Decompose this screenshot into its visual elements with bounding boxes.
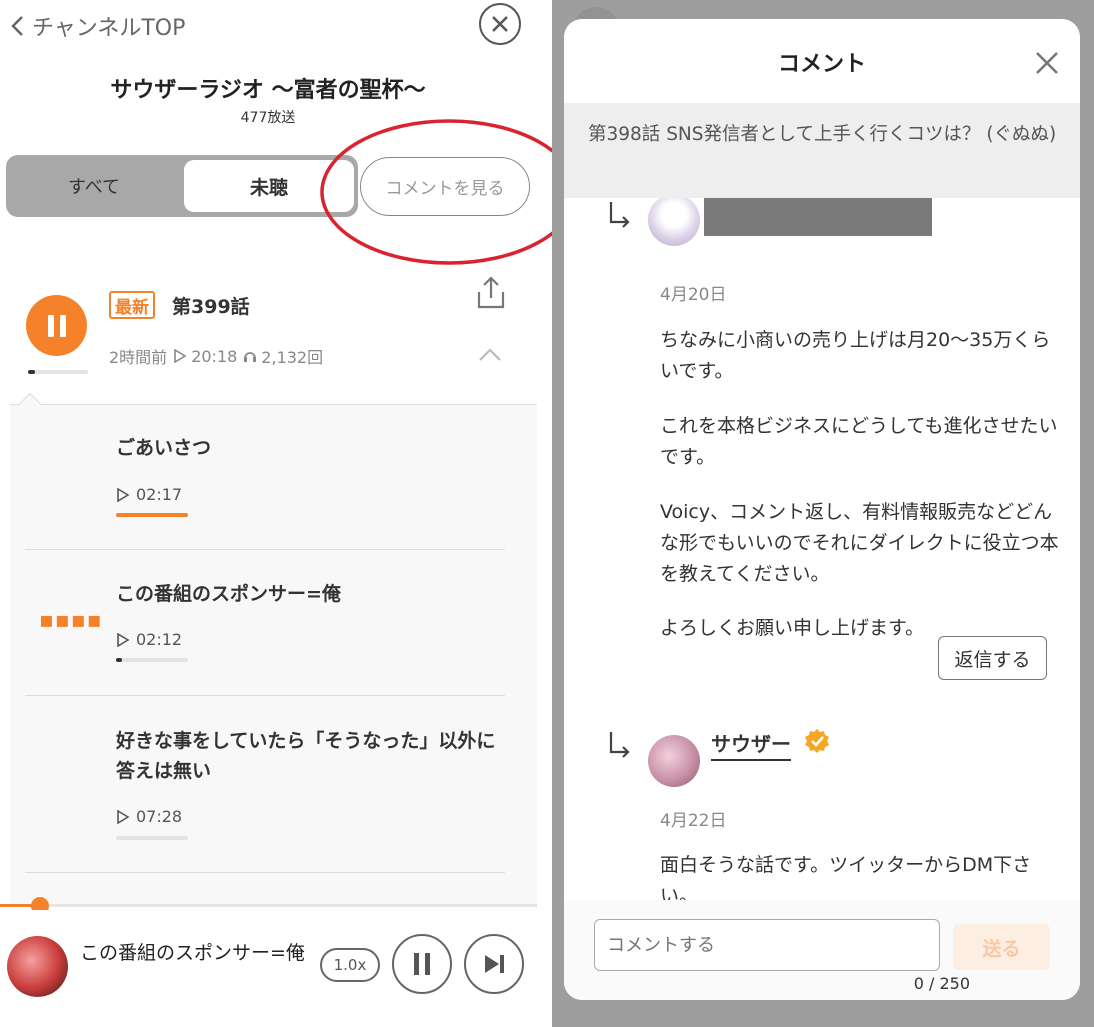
comment-date: 4月20日 [660, 285, 727, 305]
comment-thread: 4月20日 ちなみに小商いの売り上げは月20〜35万くらいです。 これを本格ビジ… [564, 198, 1080, 920]
chapter-item[interactable]: ▪▪▪▪ この番組のスポンサー=俺 02:12 [25, 550, 505, 696]
episode-duration: 20:18 [191, 346, 238, 366]
chapter-list: ごあいさつ 02:17 ▪▪▪▪ この番組のスポンサー=俺 02:12 好きな事… [10, 392, 537, 904]
headphones-icon [244, 352, 257, 362]
chapter-item[interactable]: ごあいさつ 02:17 [25, 405, 505, 550]
host-username[interactable]: サウザー [711, 728, 791, 761]
chapter-progress-bar [116, 836, 188, 840]
skip-next-button[interactable] [464, 934, 524, 994]
episode-meta: 2時間前 20:18 2,132回 [109, 344, 329, 368]
reply-arrow-icon [609, 732, 630, 758]
app-root: チャンネルTOP サウザーラジオ 〜富者の聖杯〜 477放送 すべて 未聴 コメ… [0, 0, 1094, 1027]
reply-button[interactable]: 返信する [938, 636, 1047, 680]
back-link-label: チャンネルTOP [32, 16, 186, 41]
comment-paragraph: Voicy、コメント返し、有料情報販売などどんな形でもいいのでそれにダイレクトに… [660, 501, 1059, 585]
commenter-avatar[interactable] [648, 198, 700, 246]
latest-badge: 最新 [109, 291, 155, 319]
player-pause-button[interactable] [392, 934, 452, 994]
chapter-progress-bar [116, 513, 188, 517]
episode-progress-bar [28, 370, 88, 374]
skip-next-icon [485, 955, 504, 973]
mini-player: この番組のスポンサー=俺 1.0x [0, 910, 537, 1027]
redacted-username [704, 198, 932, 236]
channel-avatar [7, 936, 68, 997]
host-avatar[interactable] [648, 735, 700, 787]
chevron-left-icon [11, 16, 23, 36]
play-outline-icon [174, 349, 187, 363]
posted-time: 2時間前 [109, 348, 168, 367]
close-icon[interactable] [1034, 50, 1060, 76]
play-outline-icon [117, 632, 130, 647]
char-counter: 0 / 250 [913, 974, 970, 993]
episode-heading: 第398話 SNS発信者として上手く行くコツは？ (ぐぬぬ) [564, 103, 1080, 198]
share-icon[interactable] [476, 276, 506, 310]
chapter-item[interactable]: 好きな事をしていたら「そうなった」以外に答えは無い 07:28 [25, 696, 505, 873]
close-icon [492, 16, 508, 32]
chapter-title: この番組のスポンサー=俺 [116, 583, 341, 605]
player-seek-track[interactable] [0, 904, 537, 907]
now-playing-title: この番組のスポンサー=俺 [80, 942, 305, 964]
back-link[interactable]: チャンネルTOP [8, 10, 185, 42]
chapter-title: 好きな事をしていたら「そうなった」以外に答えは無い [116, 730, 496, 782]
close-button[interactable] [479, 3, 521, 45]
comment-paragraph: これを本格ビジネスにどうしても進化させたいです。 [660, 415, 1058, 468]
chapter-title: ごあいさつ [116, 437, 212, 459]
reply-arrow-icon [609, 202, 630, 228]
comments-modal: コメント 第398話 SNS発信者として上手く行くコツは？ (ぐぬぬ) 4月20… [564, 19, 1080, 1000]
chapter-duration: 02:17 [116, 485, 182, 504]
play-outline-icon [117, 809, 130, 824]
verified-badge-icon [805, 729, 829, 753]
play-count: 2,132回 [261, 348, 324, 367]
episode-list-panel: チャンネルTOP サウザーラジオ 〜富者の聖杯〜 477放送 すべて 未聴 コメ… [0, 0, 552, 1027]
modal-title: コメント [777, 52, 866, 77]
highlight-ring [320, 119, 552, 265]
chapter-progress-bar [116, 658, 188, 662]
tab-all[interactable]: すべて [6, 155, 182, 217]
pause-button[interactable] [26, 295, 87, 356]
channel-title: サウザーラジオ 〜富者の聖杯〜 [110, 78, 426, 103]
playback-speed-button[interactable]: 1.0x [320, 948, 380, 982]
pause-icon [47, 314, 54, 337]
chapter-duration: 07:28 [116, 807, 182, 826]
comment-paragraph: ちなみに小商いの売り上げは月20〜35万くらいです。 [660, 329, 1051, 382]
chapter-duration: 02:12 [116, 630, 182, 649]
comment-date: 4月22日 [660, 811, 727, 831]
now-playing-indicator-icon: ▪▪▪▪ [39, 608, 103, 633]
send-button[interactable]: 送る [953, 924, 1050, 970]
episode-number: 第399話 [172, 296, 250, 318]
comment-input[interactable] [594, 919, 940, 971]
comment-composer: 送る 0 / 250 [564, 900, 1080, 1000]
play-outline-icon [117, 487, 130, 502]
pause-icon [414, 953, 419, 975]
filter-segmented-control: すべて 未聴 [6, 155, 358, 217]
chevron-up-icon[interactable] [478, 346, 502, 362]
